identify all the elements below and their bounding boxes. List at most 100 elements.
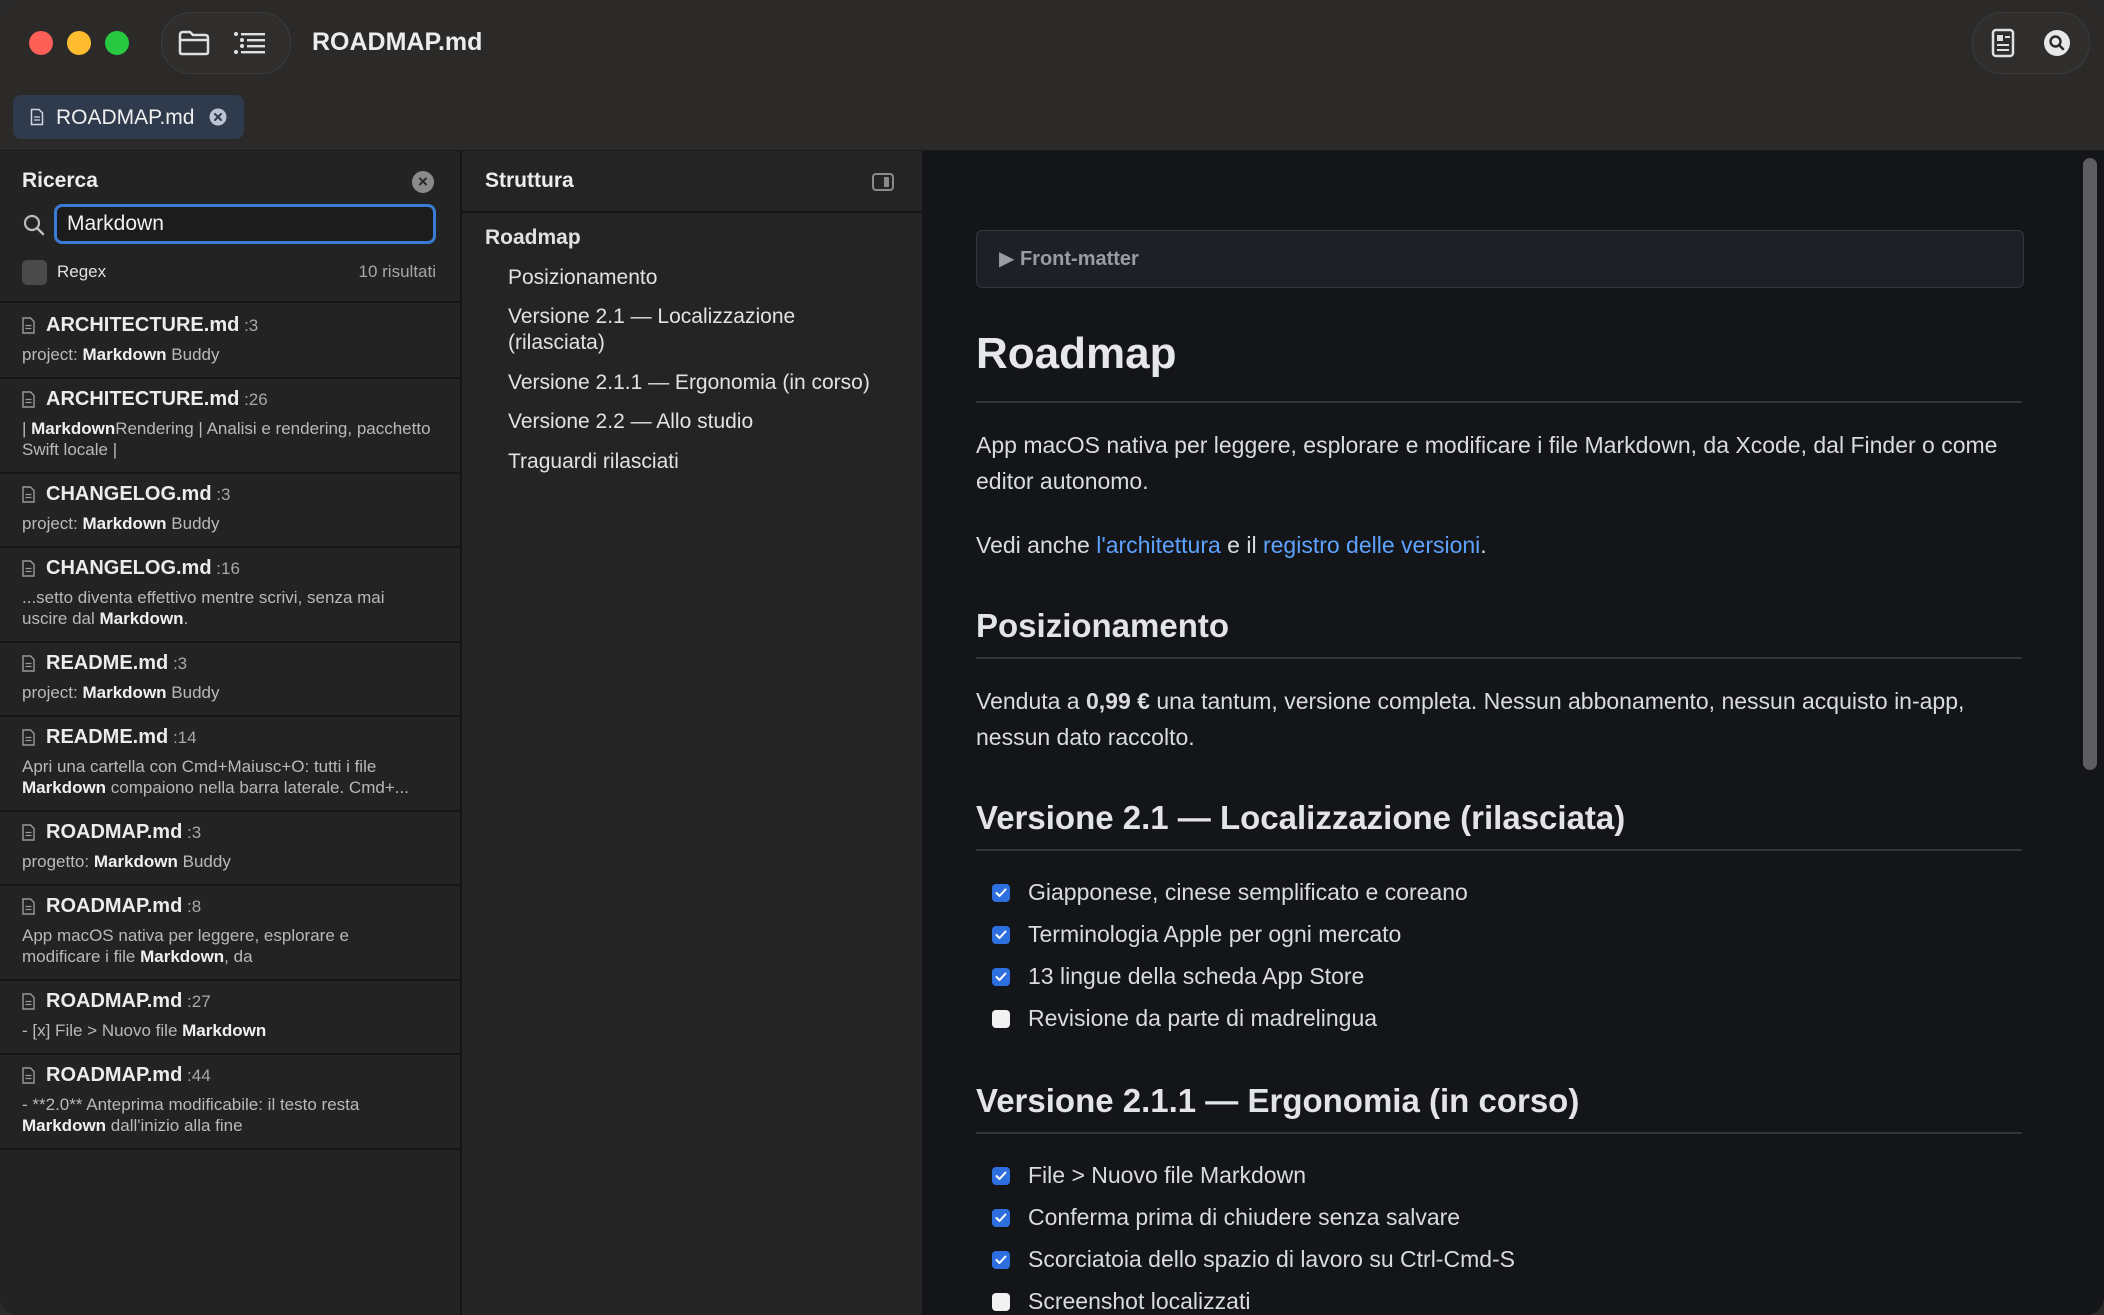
changelog-link[interactable]: registro delle versioni <box>1263 532 1480 558</box>
close-tab-icon[interactable] <box>209 108 227 126</box>
toolbar-left-group <box>161 12 291 74</box>
tab-bar: ROADMAP.md <box>0 86 2104 151</box>
search-result-item[interactable]: CHANGELOG.md :16 ...setto diventa effetti… <box>0 546 460 643</box>
search-result-file: CHANGELOG.md :3 <box>46 483 230 506</box>
outline-toggle-button[interactable] <box>230 23 270 63</box>
close-search-button[interactable]: × <box>412 171 434 193</box>
task-item: 13 lingue della scheda App Store <box>992 963 1364 990</box>
search-result-item[interactable]: ROADMAP.md :3 progetto: Markdown Buddy <box>0 810 460 886</box>
sidebar-toggle-icon[interactable] <box>872 173 894 191</box>
search-result-item[interactable]: ARCHITECTURE.md :3 project: Markdown Budd… <box>0 303 460 379</box>
scrollbar-thumb[interactable] <box>2083 158 2097 770</box>
tab-roadmap[interactable]: ROADMAP.md <box>13 95 244 139</box>
window-title: ROADMAP.md <box>312 28 483 56</box>
search-result-file: ARCHITECTURE.md :26 <box>46 388 268 411</box>
search-result-file: ROADMAP.md :27 <box>46 990 211 1013</box>
close-window-button[interactable] <box>29 31 53 55</box>
search-result-file: ROADMAP.md :44 <box>46 1064 211 1087</box>
outline-panel: Struttura Roadmap Posizionamento Versione … <box>462 151 924 1315</box>
search-result-item[interactable]: ROADMAP.md :44 - **2.0** Anteprima modifi… <box>0 1053 460 1150</box>
result-filename: ARCHITECTURE.md <box>46 314 240 336</box>
task-item: Scorciatoia dello spazio di lavoro su Ct… <box>992 1246 1515 1273</box>
unchecked-checkbox-icon[interactable] <box>992 1292 1010 1311</box>
search-result-item[interactable]: ROADMAP.md :27 - [x] File > Nuovo file Ma… <box>0 979 460 1055</box>
unchecked-checkbox-icon[interactable] <box>992 1009 1010 1028</box>
search-panel-title: Ricerca <box>22 169 98 192</box>
heading-rule <box>976 1132 2022 1134</box>
result-line-number: :3 <box>239 316 259 335</box>
outline-item[interactable]: Posizionamento <box>508 265 878 291</box>
result-line-number: :44 <box>182 1066 211 1085</box>
search-icon <box>2044 30 2070 56</box>
tab-label: ROADMAP.md <box>56 106 195 129</box>
task-item: Conferma prima di chiudere senza salvare <box>992 1204 1460 1231</box>
result-count: 10 risultati <box>358 262 436 281</box>
search-result-item[interactable]: README.md :3 project: Markdown Buddy <box>0 641 460 717</box>
search-panel: Ricerca × Regex 10 risultati ARCHITECTUR… <box>0 151 462 1315</box>
search-result-item[interactable]: CHANGELOG.md :3 project: Markdown Buddy <box>0 472 460 548</box>
outline-item[interactable]: Versione 2.2 — Allo studio <box>508 409 878 435</box>
search-result-item[interactable]: ROADMAP.md :8 App macOS nativa per legger… <box>0 884 460 981</box>
search-result-snippet: progetto: Markdown Buddy <box>22 852 231 871</box>
positioning-paragraph: Venduta a 0,99 € una tantum, versione co… <box>976 683 2022 755</box>
result-line-number: :26 <box>239 390 268 409</box>
zoom-window-button[interactable] <box>105 31 129 55</box>
checked-checkbox-icon[interactable] <box>992 1166 1010 1185</box>
preview-button[interactable] <box>1983 23 2023 63</box>
v211-heading: Versione 2.1.1 — Ergonomia (in corso) <box>976 1082 1580 1119</box>
checked-checkbox-icon[interactable] <box>992 1208 1010 1227</box>
search-result-snippet: project: Markdown Buddy <box>22 514 220 533</box>
outline-item[interactable]: Versione 2.1.1 — Ergonomia (in corso) <box>508 370 878 396</box>
task-label: Revisione da parte di madrelingua <box>1028 1005 1378 1031</box>
intro-paragraph: App macOS nativa per leggere, esplorare … <box>976 432 1998 494</box>
architecture-link[interactable]: l'architettura <box>1096 532 1221 558</box>
positioning-prefix: Venduta a <box>976 688 1086 714</box>
result-filename: ROADMAP.md <box>46 1064 183 1086</box>
search-input[interactable] <box>54 204 436 244</box>
heading-rule <box>976 401 2022 403</box>
search-button[interactable] <box>2037 23 2077 63</box>
task-label: 13 lingue della scheda App Store <box>1028 963 1365 989</box>
v21-heading: Versione 2.1 — Localizzazione (rilasciat… <box>976 799 1626 836</box>
folder-button[interactable] <box>174 23 214 63</box>
document-icon <box>22 898 35 915</box>
document-icon <box>22 317 35 334</box>
checked-checkbox-icon[interactable] <box>992 967 1010 986</box>
checked-checkbox-icon[interactable] <box>992 883 1010 902</box>
outline-item[interactable]: Roadmap <box>485 225 855 251</box>
outline-item[interactable]: Versione 2.1 — Localizzazione (rilasciat… <box>508 304 878 356</box>
see-also-paragraph: Vedi anche l'architettura e il registro … <box>976 527 2022 563</box>
regex-checkbox[interactable] <box>22 260 47 285</box>
search-result-file: ARCHITECTURE.md :3 <box>46 314 258 337</box>
outline-item[interactable]: Traguardi rilasciati <box>508 449 878 475</box>
result-line-number: :27 <box>182 992 211 1011</box>
search-result-item[interactable]: README.md :14 Apri una cartella con Cmd+M… <box>0 715 460 812</box>
minimize-window-button[interactable] <box>67 31 91 55</box>
search-result-snippet: - [x] File > Nuovo file Markdown <box>22 1021 267 1040</box>
search-result-item[interactable]: ARCHITECTURE.md :26 | MarkdownRendering |… <box>0 377 460 474</box>
document-icon <box>22 729 35 746</box>
result-line-number: :8 <box>182 897 202 916</box>
search-result-snippet: App macOS nativa per leggere, esplorare … <box>22 926 349 966</box>
result-line-number: :14 <box>168 728 197 747</box>
search-result-snippet: ...setto diventa effettivo mentre scrivi… <box>22 588 385 628</box>
heading-rule <box>976 849 2022 851</box>
result-line-number: :3 <box>211 485 231 504</box>
task-item: Terminologia Apple per ogni mercato <box>992 921 1401 948</box>
search-result-snippet: - **2.0** Anteprima modificabile: il tes… <box>22 1095 360 1135</box>
result-filename: ROADMAP.md <box>46 821 183 843</box>
task-label: Scorciatoia dello spazio di lavoro su Ct… <box>1028 1246 1516 1272</box>
search-result-file: ROADMAP.md :8 <box>46 895 201 918</box>
checked-checkbox-icon[interactable] <box>992 1250 1010 1269</box>
outline-title: Struttura <box>485 169 574 192</box>
task-label: Giapponese, cinese semplificato e corean… <box>1028 879 1468 905</box>
result-line-number: :3 <box>168 654 188 673</box>
frontmatter-disclosure[interactable]: ▶ Front-matter <box>976 230 2024 288</box>
search-result-snippet: | MarkdownRendering | Analisi e renderin… <box>22 419 431 459</box>
search-result-snippet: Apri una cartella con Cmd+Maiusc+O: tutt… <box>22 757 409 797</box>
see-also-mid: e il <box>1220 532 1263 558</box>
result-filename: README.md <box>46 652 169 674</box>
checked-checkbox-icon[interactable] <box>992 925 1010 944</box>
search-result-snippet: project: Markdown Buddy <box>22 345 220 364</box>
search-result-file: README.md :3 <box>46 652 187 675</box>
